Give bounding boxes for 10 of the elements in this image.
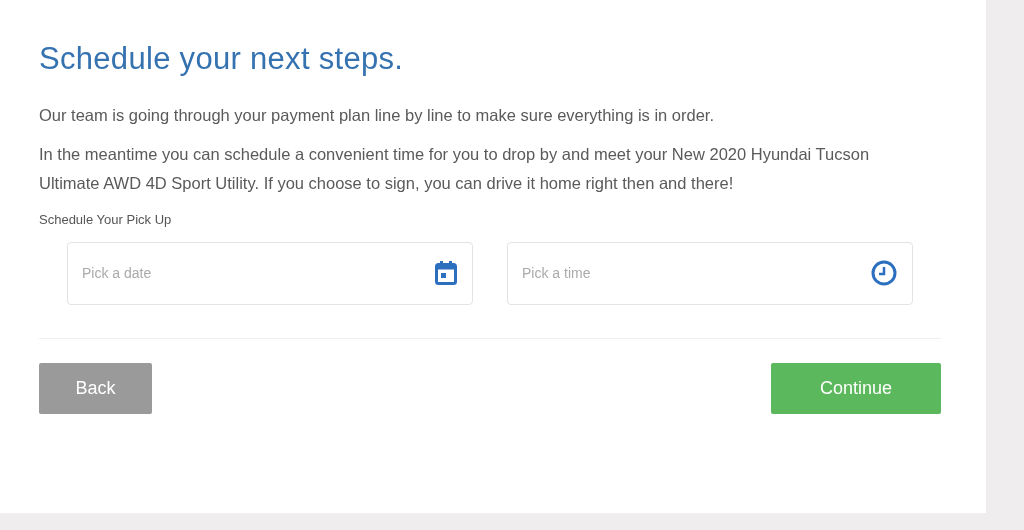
calendar-icon[interactable] — [435, 261, 457, 286]
back-button[interactable]: Back — [39, 362, 152, 414]
field-label: Schedule Your Pick Up — [39, 211, 173, 230]
body-text: In the meantime you can schedule a convenient time for you to drop by and meet your New 2020 Hyundai Tucson Ultimate AWD 4D Sport Utility. If you choose to sign, you can drive it home right then and there! — [39, 144, 871, 195]
clock-icon[interactable] — [871, 260, 897, 287]
date-field[interactable]: Pick a date — [67, 241, 473, 305]
body-text: Our team is going through your payment plan line by line to make sure everything is in order. — [39, 105, 716, 127]
page-title: Schedule your next steps. — [39, 40, 405, 78]
continue-button[interactable]: Continue — [771, 362, 941, 414]
time-field[interactable]: Pick a time — [507, 241, 913, 305]
